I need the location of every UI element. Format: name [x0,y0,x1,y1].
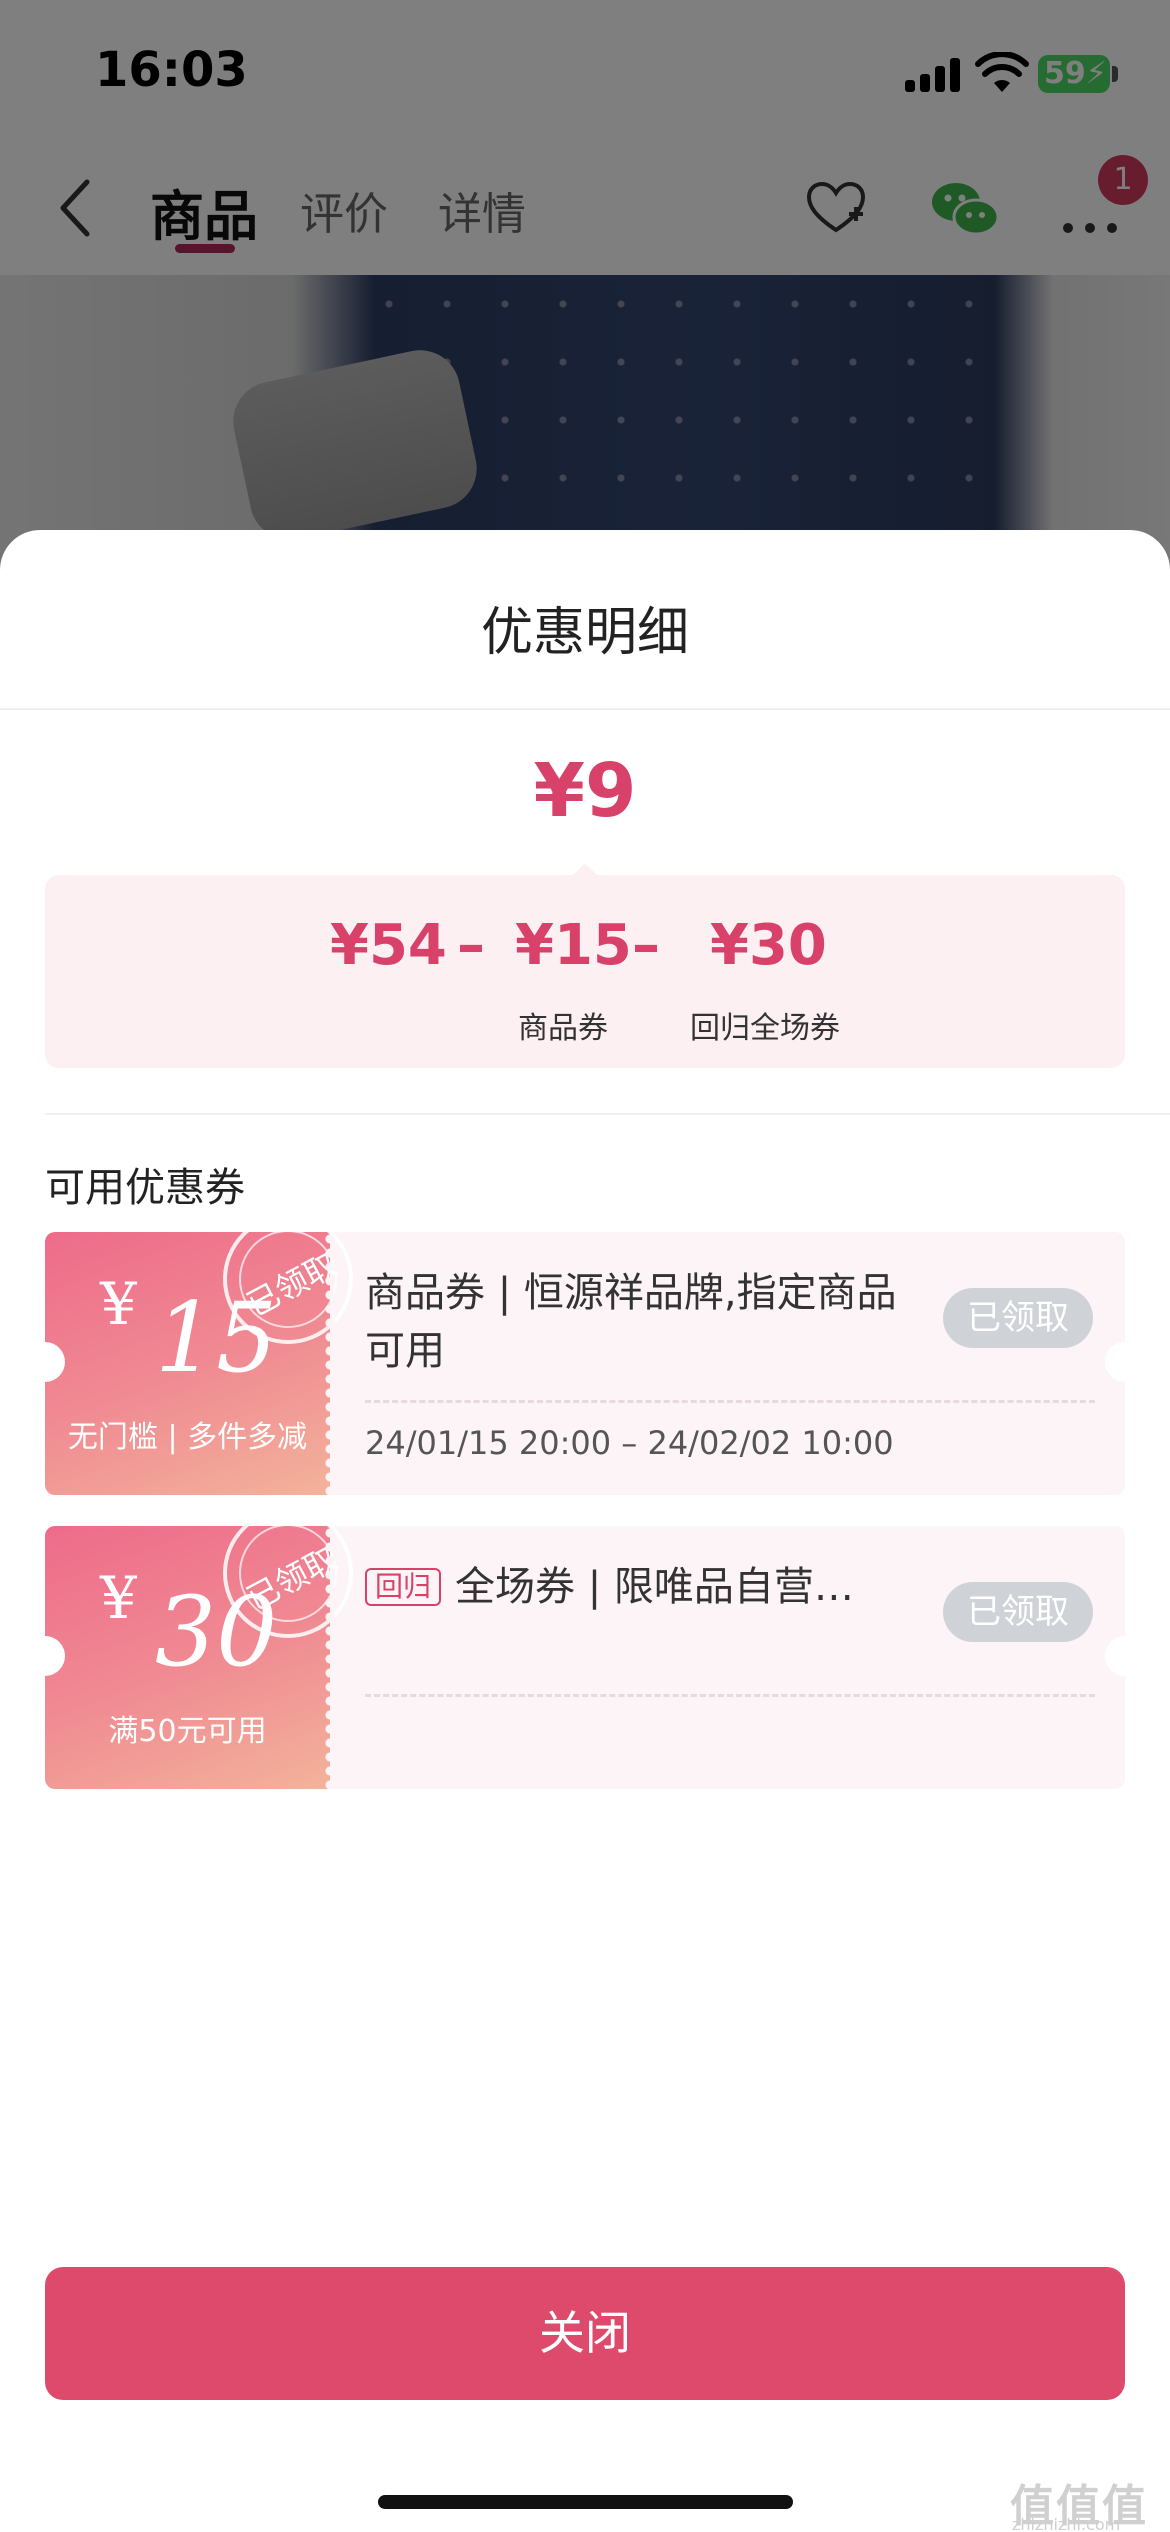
close-button[interactable]: 关闭 [45,2267,1125,2400]
minus-sign: – [632,913,660,978]
dashed-divider [365,1694,1095,1697]
coupon-amount-panel: ¥ 15 无门槛 | 多件多减 已领取 [45,1232,353,1495]
coupon-title: 全场券 | 限唯品自营… [455,1564,854,1610]
notch [1105,1636,1125,1676]
minus-sign: – [457,913,485,978]
product-coupon-amount: ¥15 [515,913,632,978]
original-price: ¥54 [330,913,447,978]
notch [1105,1342,1125,1382]
coupon-title-row: 回归 全场券 | 限唯品自营… [365,1558,925,1616]
final-price: ¥9 [533,748,637,834]
coupon-card[interactable]: ¥ 15 无门槛 | 多件多减 已领取 商品券 | 恒源祥品牌,指定商品可用 2… [45,1232,1125,1495]
coupon-card[interactable]: ¥ 30 满50元可用 已领取 回归 全场券 | 限唯品自营… 已领取 [45,1526,1125,1789]
sheet-title: 优惠明细 [480,603,689,663]
claimed-button[interactable]: 已领取 [943,1582,1093,1642]
divider [0,708,1170,710]
coupon-condition: 无门槛 | 多件多减 [67,1420,308,1455]
coupon-currency: ¥ [100,1270,137,1338]
storewide-coupon-label: 回归全场券 [690,1011,840,1046]
perforation [324,1232,336,1495]
product-coupon-label: 商品券 [518,1011,608,1046]
perforation [324,1526,336,1789]
coupon-condition: 满50元可用 [108,1714,267,1749]
available-coupons-title: 可用优惠券 [45,1165,245,1211]
return-tag: 回归 [365,1568,442,1606]
storewide-coupon-amount: ¥30 [710,913,827,978]
home-indicator[interactable] [378,2495,793,2509]
watermark-url: zhizhizhi.com [1012,2515,1121,2532]
coupon-validity: 24/01/15 20:00 – 24/02/02 10:00 [365,1424,894,1462]
coupon-title: 商品券 | 恒源祥品牌,指定商品可用 [365,1270,897,1374]
dashed-divider [365,1400,1095,1403]
coupon-amount-panel: ¥ 30 满50元可用 已领取 [45,1526,353,1789]
discount-detail-sheet: 优惠明细 ¥9 ¥54 – ¥15 商品券 – ¥30 回归全场券 可用优惠券 … [0,530,1170,2532]
divider [45,1113,1170,1115]
claimed-button[interactable]: 已领取 [943,1288,1093,1348]
price-calculation: ¥54 – ¥15 商品券 – ¥30 回归全场券 [45,875,1125,1068]
coupon-currency: ¥ [100,1564,137,1632]
